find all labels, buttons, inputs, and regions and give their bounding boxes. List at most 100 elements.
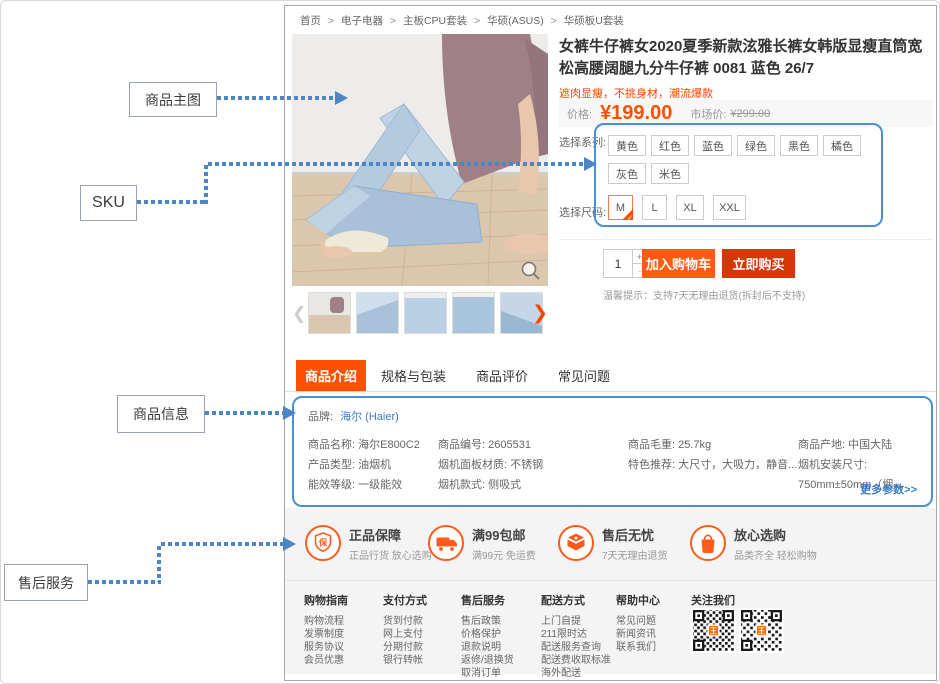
footer-col-title: 关注我们 (691, 592, 735, 608)
footer-col-payment: 支付方式 货到付款 网上支付 分期付款 银行转帐 (383, 592, 427, 667)
service-desc: 正品行货 放心选购 (349, 547, 432, 562)
brand-label: 品牌: (308, 411, 333, 423)
footer-link[interactable]: 常见问题 (616, 615, 660, 628)
breadcrumb-home[interactable]: 首页 (300, 15, 321, 27)
svg-text:保: 保 (318, 538, 328, 548)
thumbnail-2[interactable] (356, 292, 399, 334)
footer-link[interactable]: 会员优惠 (304, 654, 348, 667)
tab-specs-packaging[interactable]: 规格与包装 (366, 360, 461, 391)
footer-link[interactable]: 货到付款 (383, 615, 427, 628)
color-option-black[interactable]: 黑色 (780, 135, 818, 156)
footer-link[interactable]: 退款说明 (461, 641, 514, 654)
footer-link[interactable]: 购物流程 (304, 615, 348, 628)
section-divider (559, 239, 933, 240)
footer-link[interactable]: 返修/退换货 (461, 654, 514, 667)
size-option-l[interactable]: L (642, 195, 667, 220)
footer-link[interactable]: 银行转帐 (383, 654, 427, 667)
color-option-beige[interactable]: 米色 (651, 163, 689, 184)
footer-link[interactable]: 新闻资讯 (616, 628, 660, 641)
footer-link[interactable]: 价格保护 (461, 628, 514, 641)
footer-link[interactable]: 取消订单 (461, 667, 514, 680)
annotation-arrow-line (217, 96, 335, 100)
footer-link[interactable]: 网上支付 (383, 628, 427, 641)
footer-link[interactable]: 配送费收取标准 (541, 654, 611, 667)
annotation-arrow-line (88, 580, 161, 584)
footer-link[interactable]: 海外配送 (541, 667, 611, 680)
footer-link[interactable]: 服务协议 (304, 641, 348, 654)
footer-link[interactable]: 售后政策 (461, 615, 514, 628)
footer-separator (285, 580, 936, 581)
info-item: 商品编号: 2605531 (438, 435, 543, 455)
thumbnail-3[interactable] (404, 292, 447, 334)
product-title: 女裤牛仔裤女2020夏季新款泫雅长裤女韩版显瘦直筒宽松高腰阔腿九分牛仔裤 008… (559, 36, 935, 80)
service-title: 正品保障 (349, 525, 432, 544)
breadcrumb-brand[interactable]: 华硕(ASUS) (487, 15, 544, 27)
info-item: 商品毛重: 25.7kg (628, 435, 797, 455)
brand-link[interactable]: 海尔 (Haier) (340, 411, 399, 423)
footer-col-shopping-guide: 购物指南 购物流程 发票制度 服务协议 会员优惠 (304, 592, 348, 667)
quantity-input[interactable] (603, 249, 633, 278)
quantity-stepper: + - (603, 249, 647, 278)
info-item: 能效等级: 一级能效 (308, 475, 420, 495)
thumbnails-next-icon[interactable]: ❯ (532, 302, 548, 325)
thumbnails-prev-icon[interactable]: ❮ (292, 304, 306, 324)
annotation-arrow-line (157, 546, 161, 582)
size-option-m-label: M (616, 202, 625, 214)
product-main-image[interactable] (292, 34, 548, 286)
arrowhead-icon (283, 406, 296, 420)
add-to-cart-button[interactable]: 加入购物车 (642, 249, 715, 278)
annotation-arrow-line (205, 411, 283, 415)
footer-link[interactable]: 211限时达 (541, 628, 611, 641)
color-option-blue[interactable]: 蓝色 (694, 135, 732, 156)
qr-code-icon: 王 (739, 608, 784, 653)
thumbnail-1[interactable] (308, 292, 351, 334)
tab-reviews[interactable]: 商品评价 (461, 360, 543, 391)
service-after-sales: 售后无忧 7天无理由退货 (557, 524, 668, 562)
footer-col-title: 售后服务 (461, 592, 514, 608)
info-column-2: 商品编号: 2605531 烟机面板材质: 不锈钢 烟机款式: 侧吸式 (438, 435, 543, 495)
footer-link[interactable]: 配送服务查询 (541, 641, 611, 654)
services-footer-zone: 保 正品保障 正品行货 放心选购 满99包邮 满99元 免运费 (285, 508, 936, 674)
buy-now-button[interactable]: 立即购买 (722, 249, 795, 278)
more-params-link[interactable]: 更多参数>> (860, 481, 917, 497)
size-option-xxl[interactable]: XXL (713, 195, 746, 220)
footer-link[interactable]: 联系我们 (616, 641, 660, 654)
annotation-main-image: 商品主图 (129, 82, 217, 117)
breadcrumb-subcategory[interactable]: 主板CPU套装 (403, 15, 467, 27)
annotation-product-info: 商品信息 (117, 395, 205, 433)
breadcrumb-category[interactable]: 电子电器 (341, 15, 383, 27)
footer-link[interactable]: 上门自提 (541, 615, 611, 628)
tab-product-intro[interactable]: 商品介绍 (296, 360, 366, 391)
footer-link[interactable]: 分期付款 (383, 641, 427, 654)
footer-col-title: 帮助中心 (616, 592, 660, 608)
magnifier-icon[interactable] (520, 260, 542, 282)
annotation-sku: SKU (80, 185, 137, 221)
breadcrumb-current[interactable]: 华硕板U套装 (564, 15, 624, 27)
color-option-red[interactable]: 红色 (651, 135, 689, 156)
footer-link[interactable]: 发票制度 (304, 628, 348, 641)
tab-faq[interactable]: 常见问题 (543, 360, 625, 391)
breadcrumb: 首页 > 电子电器 > 主板CPU套装 > 华硕(ASUS) > 华硕板U套装 (300, 13, 624, 28)
service-desc: 7天无理由退货 (602, 547, 668, 562)
footer-col-help: 帮助中心 常见问题 新闻资讯 联系我们 (616, 592, 660, 654)
service-authentic: 保 正品保障 正品行货 放心选购 (304, 524, 432, 562)
info-item: 烟机款式: 侧吸式 (438, 475, 543, 495)
color-option-green[interactable]: 绿色 (737, 135, 775, 156)
svg-text:王: 王 (758, 627, 765, 635)
color-option-yellow[interactable]: 黄色 (608, 135, 646, 156)
size-option-xl[interactable]: XL (676, 195, 704, 220)
breadcrumb-separator: > (328, 15, 334, 27)
color-option-gray[interactable]: 灰色 (608, 163, 646, 184)
footer-col-title: 购物指南 (304, 592, 348, 608)
info-column-3: 商品毛重: 25.7kg 特色推荐: 大尺寸，大吸力，静音... (628, 435, 797, 475)
thumbnail-4[interactable] (452, 292, 495, 334)
info-item: 产品类型: 油烟机 (308, 455, 420, 475)
breadcrumb-separator: > (474, 15, 480, 27)
service-title: 满99包邮 (472, 525, 536, 544)
color-option-orange[interactable]: 橘色 (823, 135, 861, 156)
arrowhead-icon (335, 91, 348, 105)
truck-icon (427, 524, 465, 562)
shield-icon: 保 (304, 524, 342, 562)
product-photo-illustration (292, 34, 548, 286)
size-option-m[interactable]: M (608, 195, 633, 220)
